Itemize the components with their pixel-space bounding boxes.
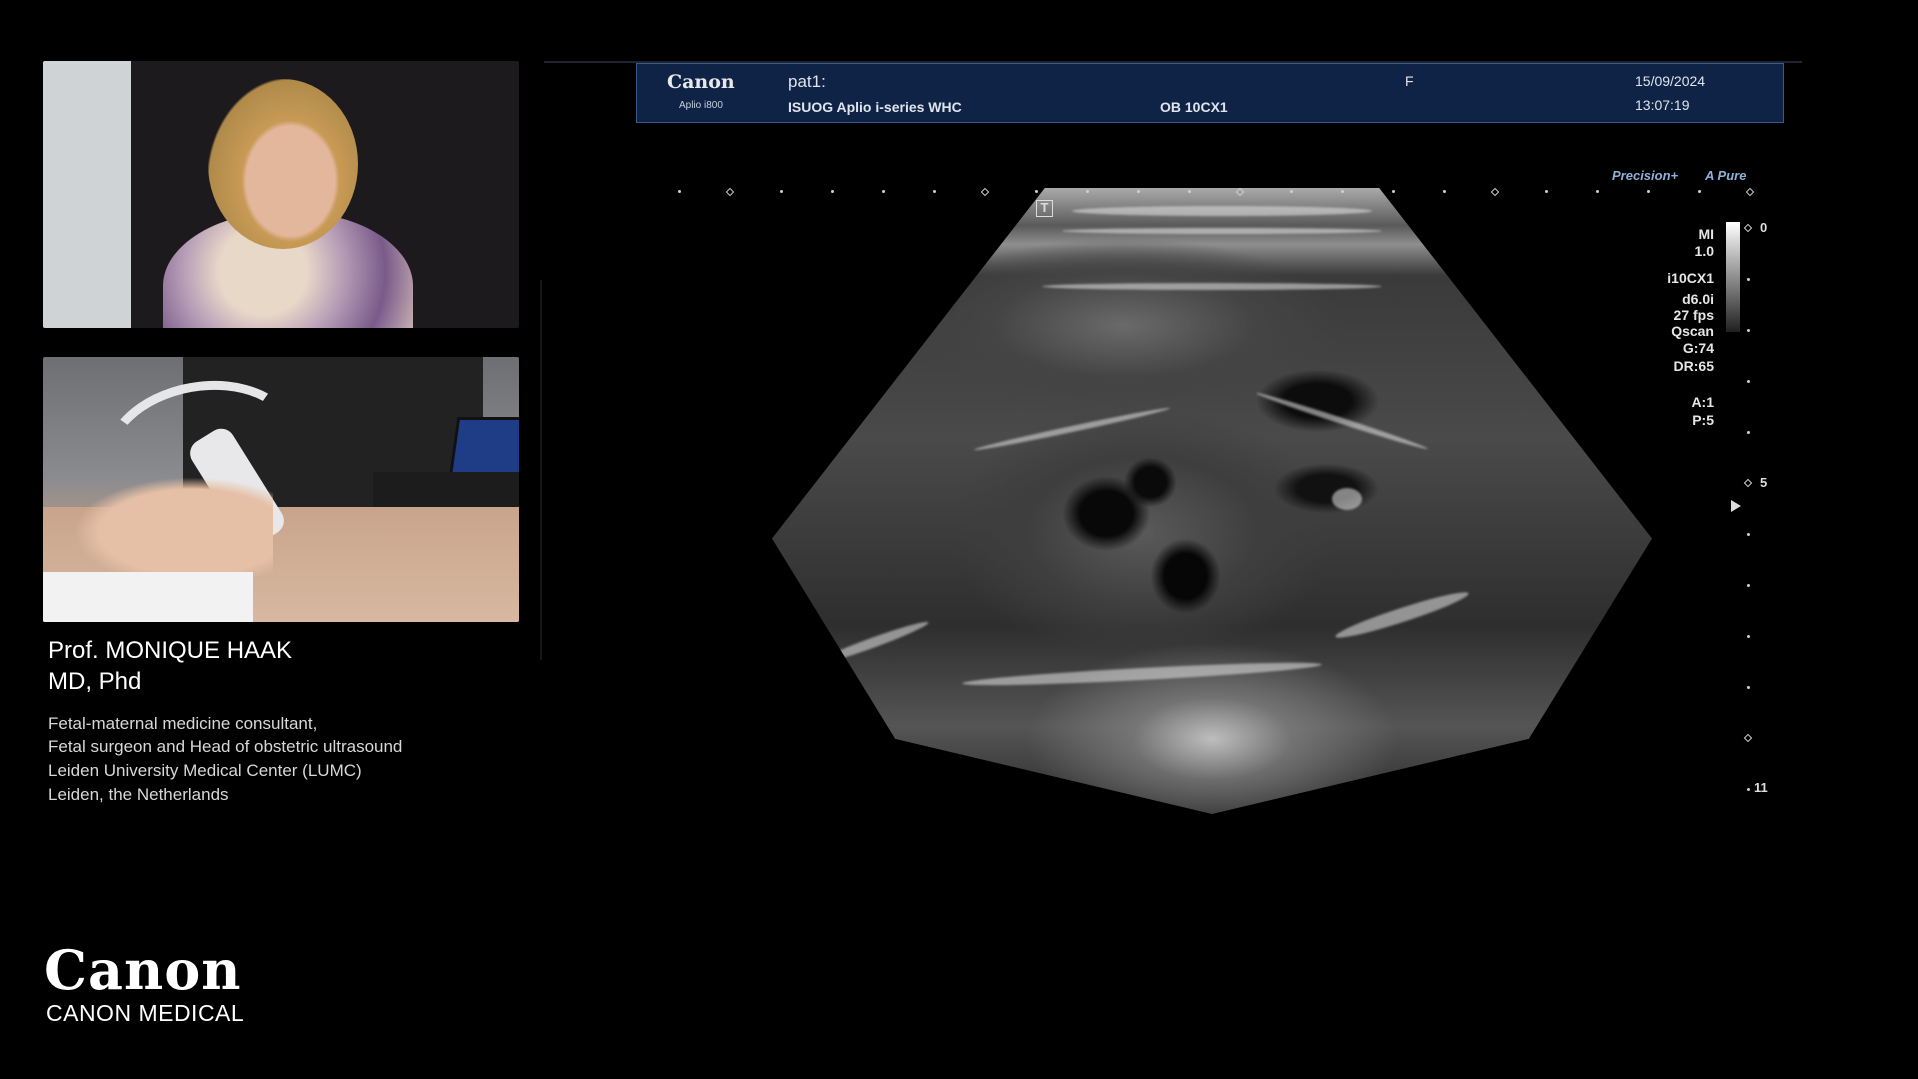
param-p: P:5 <box>1692 412 1714 428</box>
depth-label-top: 0 <box>1760 220 1768 235</box>
scale-minor-tick <box>1137 190 1140 193</box>
scale-minor-tick <box>933 190 936 193</box>
param-qscan: Qscan <box>1671 323 1714 339</box>
exam-time: 13:07:19 <box>1635 97 1690 113</box>
scale-major-tick <box>1745 187 1755 197</box>
header-canon-logo: Canon <box>667 71 735 93</box>
depth-label-bottom: 11 <box>1754 780 1768 795</box>
scale-major-tick <box>980 187 990 197</box>
depth-major-tick <box>1743 733 1753 743</box>
precision-plus-indicator: Precision+ <box>1612 168 1679 183</box>
scale-minor-tick <box>1443 190 1446 193</box>
patient-sex: F <box>1405 73 1414 89</box>
focus-marker-icon[interactable] <box>1731 500 1741 512</box>
presenter-name: Prof. MONIQUE HAAK <box>48 637 293 664</box>
depth-major-tick <box>1743 478 1753 488</box>
panel-divider <box>540 280 542 660</box>
param-gain: G:74 <box>1682 340 1714 356</box>
param-a: A:1 <box>1691 394 1714 410</box>
depth-minor-tick <box>1747 278 1750 281</box>
scale-minor-tick <box>1698 190 1701 193</box>
scale-minor-tick <box>780 190 783 193</box>
depth-minor-tick <box>1747 788 1750 791</box>
scale-minor-tick <box>678 190 681 193</box>
param-dynamic-range: DR:65 <box>1673 358 1714 374</box>
canon-medical-label: CANON MEDICAL <box>46 1000 245 1026</box>
depth-major-tick <box>1743 223 1753 233</box>
scale-minor-tick <box>1392 190 1395 193</box>
param-mi-value: 1.0 <box>1694 243 1714 259</box>
institution-name: ISUOG Aplio i-series WHC <box>788 99 962 115</box>
grayscale-bar <box>1726 222 1740 332</box>
scale-minor-tick <box>1647 190 1650 193</box>
scale-minor-tick <box>882 190 885 193</box>
depth-minor-tick <box>1747 431 1750 434</box>
depth-minor-tick <box>1747 635 1750 638</box>
scale-major-tick <box>725 187 735 197</box>
patient-id: pat1: <box>788 72 826 91</box>
param-probe: i10CX1 <box>1667 270 1714 286</box>
presenter-camera-feed <box>43 61 519 328</box>
scanner-model: Aplio i800 <box>679 100 723 111</box>
depth-label-mid: 5 <box>1760 475 1768 490</box>
depth-minor-tick <box>1747 686 1750 689</box>
presenter-location: Leiden, the Netherlands <box>48 785 229 804</box>
scanning-camera-feed <box>43 357 519 622</box>
depth-minor-tick <box>1747 533 1750 536</box>
depth-minor-tick <box>1747 329 1750 332</box>
param-depth: d6.0i <box>1682 291 1714 307</box>
depth-minor-tick <box>1747 380 1750 383</box>
depth-minor-tick <box>1747 584 1750 587</box>
scale-minor-tick <box>831 190 834 193</box>
canon-logo: Canon <box>44 938 242 1002</box>
param-mi-label: MI <box>1698 226 1714 242</box>
scale-minor-tick <box>1290 190 1293 193</box>
ultrasound-image[interactable] <box>772 188 1652 814</box>
imaging-parameters: MI 1.0 i10CX1 d6.0i 27 fps Qscan G:74 DR… <box>1610 226 1714 436</box>
presenter-affiliation: Leiden University Medical Center (LUMC) <box>48 761 362 780</box>
scale-minor-tick <box>1188 190 1191 193</box>
scale-minor-tick <box>1086 190 1089 193</box>
ultrasound-header-bar: Canon Aplio i800 pat1: ISUOG Aplio i-ser… <box>636 63 1784 123</box>
presenter-title-line: Fetal-maternal medicine consultant, <box>48 714 318 733</box>
scale-minor-tick <box>1341 190 1344 193</box>
scale-minor-tick <box>1035 190 1038 193</box>
transducer-orientation-marker: T <box>1036 200 1053 217</box>
scale-minor-tick <box>1545 190 1548 193</box>
scale-minor-tick <box>1596 190 1599 193</box>
apure-indicator: A Pure <box>1705 168 1747 183</box>
presenter-degree: MD, Phd <box>48 668 142 695</box>
presenter-title-line: Fetal surgeon and Head of obstetric ultr… <box>48 737 403 756</box>
exam-preset: OB 10CX1 <box>1160 99 1228 115</box>
exam-date: 15/09/2024 <box>1635 73 1706 89</box>
param-fps: 27 fps <box>1673 307 1714 323</box>
scale-major-tick <box>1490 187 1500 197</box>
